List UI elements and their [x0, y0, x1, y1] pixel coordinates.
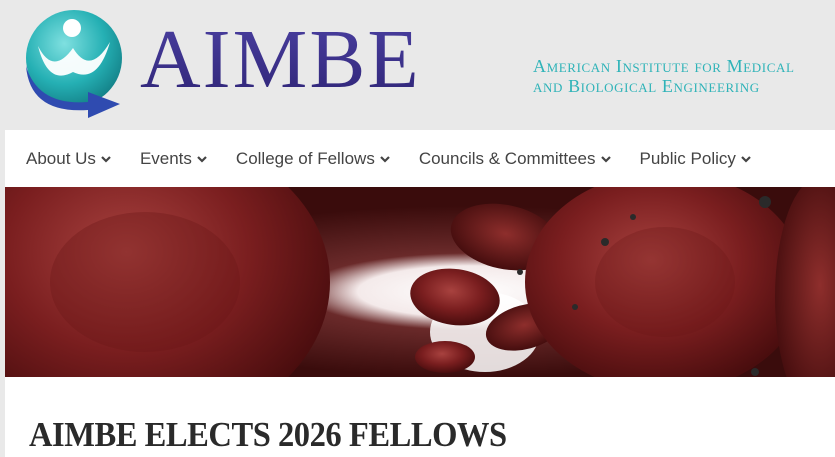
nav-item-label: About Us: [26, 148, 96, 168]
nav-item-public-policy[interactable]: Public Policy: [640, 149, 751, 169]
article-content: AIMBE ELECTS 2026 FELLOWS: [5, 377, 835, 457]
org-name-line-1: American Institute for Medical: [533, 56, 795, 76]
aimbe-logo-icon[interactable]: [18, 6, 138, 124]
chevron-down-icon: [741, 154, 751, 164]
hero-banner-image: [5, 187, 835, 377]
nav-item-label: Public Policy: [639, 148, 736, 168]
chevron-down-icon: [101, 154, 111, 164]
chevron-down-icon: [197, 154, 207, 164]
nav-item-councils-committees[interactable]: Councils & Committees: [419, 149, 611, 169]
org-name-line-2: and Biological Engineering: [533, 76, 760, 96]
organization-full-name: American Institute for Medical and Biolo…: [533, 56, 795, 96]
chevron-down-icon: [380, 154, 390, 164]
nav-item-label: College of Fellows: [235, 148, 375, 168]
red-blood-cells-illustration: [5, 187, 835, 377]
nav-item-label: Councils & Committees: [418, 148, 596, 168]
aimbe-wordmark[interactable]: AIMBE: [140, 18, 421, 102]
site-header: AIMBE American Institute for Medical and…: [0, 0, 835, 130]
main-navigation: About Us Events College of Fellows Counc…: [5, 130, 835, 187]
nav-item-about-us[interactable]: About Us: [26, 149, 111, 169]
nav-item-events[interactable]: Events: [140, 149, 207, 169]
chevron-down-icon: [600, 154, 611, 164]
nav-item-college-of-fellows[interactable]: College of Fellows: [236, 149, 390, 169]
article-headline: AIMBE ELECTS 2026 FELLOWS: [29, 415, 507, 454]
nav-item-label: Events: [139, 148, 192, 168]
